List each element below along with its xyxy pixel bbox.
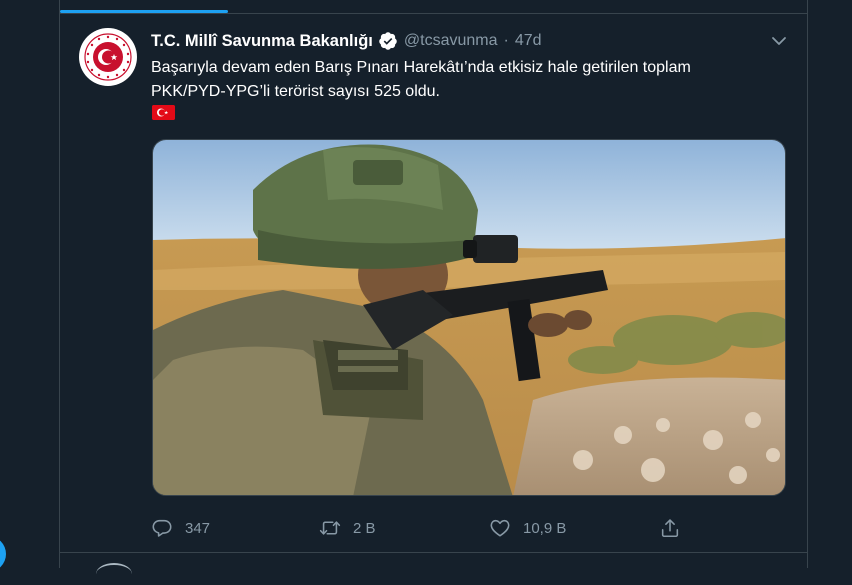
like-button[interactable]: 10,9 B	[489, 515, 566, 541]
verified-badge-icon	[378, 31, 398, 51]
tweet-text-line: Başarıyla devam eden Barış Pınarı Harekâ…	[151, 59, 691, 76]
chevron-down-icon[interactable]	[770, 32, 788, 50]
timestamp[interactable]: 47d	[515, 32, 542, 50]
display-name[interactable]: T.C. Millî Savunma Bakanlığı	[151, 32, 373, 51]
separator-dot: ·	[503, 32, 509, 49]
handle[interactable]: @tcsavunma	[404, 32, 498, 50]
tweet-text-line: PKK/PYD-YPG’li terörist sayısı 525 oldu.	[151, 83, 440, 100]
heart-icon	[490, 519, 510, 537]
turkey-flag-icon	[152, 105, 175, 120]
tweet-text: Başarıyla devam eden Barış Pınarı Harekâ…	[151, 56, 791, 104]
tweet-divider	[60, 552, 807, 553]
next-tweet-avatar[interactable]	[96, 563, 132, 585]
reply-icon	[152, 519, 172, 537]
soldier-photo-image	[153, 140, 785, 495]
top-divider	[60, 13, 807, 14]
tweet-header: T.C. Millî Savunma Bakanlığı @tcsavunma …	[151, 30, 542, 52]
reply-count: 347	[185, 519, 211, 537]
like-count: 10,9 B	[523, 519, 567, 537]
compose-button[interactable]	[0, 536, 6, 572]
share-button[interactable]	[659, 515, 681, 541]
avatar[interactable]	[79, 28, 137, 86]
retweet-count: 2 B	[353, 519, 376, 537]
ministry-seal-icon	[81, 30, 135, 84]
reply-button[interactable]: 347	[151, 515, 210, 541]
tweet-photo[interactable]	[152, 139, 786, 496]
retweet-icon	[319, 521, 341, 535]
share-icon	[661, 519, 679, 538]
tweet-actions: 347 2 B 10,9 B	[151, 515, 751, 541]
retweet-button[interactable]: 2 B	[319, 515, 376, 541]
